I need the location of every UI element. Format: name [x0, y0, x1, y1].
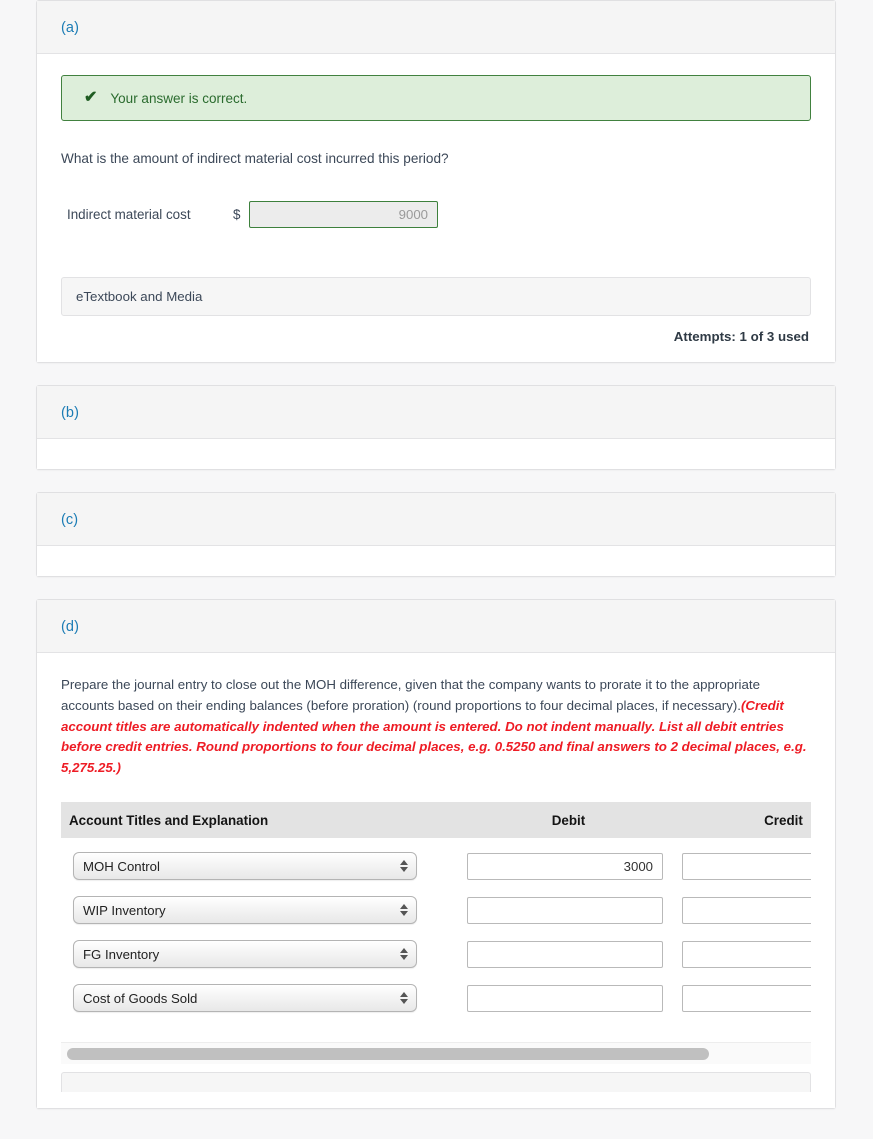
account-select[interactable]: FG Inventory — [73, 940, 417, 969]
etextbook-and-media-button[interactable]: eTextbook and Media — [61, 277, 811, 317]
credit-input[interactable] — [682, 984, 811, 1012]
part-b-label: (b) — [61, 405, 80, 422]
part-a-header[interactable]: (a) — [37, 1, 835, 54]
part-b-header[interactable]: (b) — [37, 386, 835, 440]
answer-correct-text: Your answer is correct. — [110, 90, 248, 106]
part-d-label: (d) — [61, 619, 80, 636]
account-cell: WIP Inventory — [61, 888, 461, 932]
header-debit: Debit — [461, 802, 676, 839]
part-a-label: (a) — [61, 20, 80, 36]
table-row: MOH Control — [61, 838, 811, 888]
currency-symbol: $ — [233, 207, 241, 223]
credit-input[interactable] — [682, 896, 811, 924]
part-d-bottom-panel — [61, 1072, 811, 1093]
debit-cell — [461, 888, 676, 932]
part-a-card: (a) ✔ Your answer is correct. What is th… — [36, 0, 836, 364]
part-d-body: Prepare the journal entry to close out t… — [37, 653, 835, 1109]
account-cell: Cost of Goods Sold — [61, 976, 461, 1020]
credit-cell — [676, 932, 811, 976]
part-c-header[interactable]: (c) — [37, 493, 835, 547]
debit-input[interactable] — [467, 852, 663, 880]
scrollbar-track[interactable] — [67, 1048, 805, 1061]
journal-table-head: Account Titles and Explanation Debit Cre… — [61, 802, 811, 839]
account-cell: MOH Control — [61, 838, 461, 888]
part-d-instructions: Prepare the journal entry to close out t… — [61, 675, 811, 778]
debit-input[interactable] — [467, 984, 663, 1012]
page-root: (a) ✔ Your answer is correct. What is th… — [0, 0, 873, 1139]
part-c-card: (c) — [36, 492, 836, 578]
account-select-wrapper: Cost of Goods Sold — [67, 984, 417, 1013]
account-select[interactable]: Cost of Goods Sold — [73, 984, 417, 1013]
part-c-body — [37, 546, 835, 577]
part-c-label: (c) — [61, 512, 79, 529]
debit-cell — [461, 838, 676, 888]
credit-cell — [676, 976, 811, 1020]
indirect-material-cost-label: Indirect material cost — [67, 207, 191, 223]
account-select-wrapper: MOH Control — [67, 852, 417, 881]
indirect-material-cost-row: Indirect material cost $ — [67, 201, 811, 229]
credit-cell — [676, 838, 811, 888]
instructions-plain-text: Prepare the journal entry to close out t… — [61, 677, 760, 713]
scrollbar-thumb[interactable] — [67, 1048, 710, 1061]
answer-correct-alert: ✔ Your answer is correct. — [61, 75, 811, 121]
part-b-card: (b) — [36, 385, 836, 471]
account-cell: FG Inventory — [61, 932, 461, 976]
credit-input[interactable] — [682, 940, 811, 968]
table-row: WIP Inventory — [61, 888, 811, 932]
header-credit: Credit — [676, 802, 811, 839]
part-d-card: (d) Prepare the journal entry to close o… — [36, 599, 836, 1110]
indirect-material-cost-input[interactable] — [249, 201, 438, 229]
table-row: Cost of Goods Sold — [61, 976, 811, 1020]
journal-horizontal-scrollbar[interactable] — [61, 1042, 811, 1065]
credit-cell — [676, 888, 811, 932]
debit-cell — [461, 976, 676, 1020]
part-d-header[interactable]: (d) — [37, 600, 835, 654]
account-select[interactable]: WIP Inventory — [73, 896, 417, 925]
attempts-status: Attempts: 1 of 3 used — [673, 329, 809, 345]
journal-entry-table: Account Titles and Explanation Debit Cre… — [61, 802, 811, 1020]
debit-input[interactable] — [467, 940, 663, 968]
credit-input[interactable] — [682, 852, 811, 880]
part-b-body — [37, 439, 835, 470]
debit-cell — [461, 932, 676, 976]
part-a-question: What is the amount of indirect material … — [61, 151, 449, 166]
journal-entry-table-wrapper: Account Titles and Explanation Debit Cre… — [61, 802, 811, 1020]
table-row: FG Inventory — [61, 932, 811, 976]
debit-input[interactable] — [467, 896, 663, 924]
header-account-titles: Account Titles and Explanation — [61, 802, 461, 839]
journal-table-body: MOH Control 3000 WIP Inventory FG Invent… — [61, 838, 811, 1020]
journal-header-row: Account Titles and Explanation Debit Cre… — [61, 802, 811, 839]
account-select-wrapper: FG Inventory — [67, 940, 417, 969]
check-icon: ✔ — [84, 89, 98, 106]
account-select[interactable]: MOH Control — [73, 852, 417, 881]
part-a-body: ✔ Your answer is correct. What is the am… — [37, 54, 835, 363]
account-select-wrapper: WIP Inventory — [67, 896, 417, 925]
